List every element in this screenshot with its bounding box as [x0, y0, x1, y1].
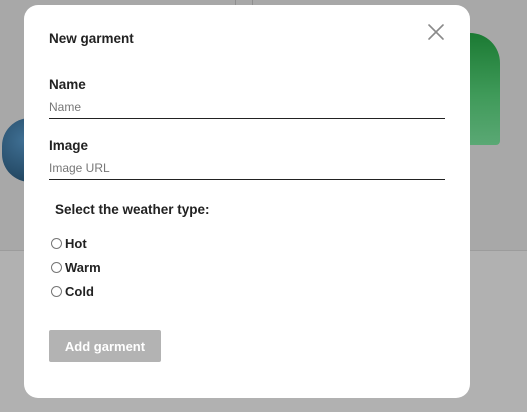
warm-label[interactable]: Warm: [65, 260, 101, 275]
image-label: Image: [49, 138, 89, 153]
image-url-input[interactable]: [49, 157, 445, 180]
weather-option-warm: Warm: [51, 258, 101, 276]
name-label: Name: [49, 77, 86, 92]
new-garment-modal: New garment Name Image Select the weathe…: [24, 5, 470, 398]
add-garment-button[interactable]: Add garment: [49, 330, 161, 362]
close-icon: [428, 24, 444, 40]
weather-type-heading: Select the weather type:: [55, 202, 210, 217]
name-input[interactable]: [49, 96, 445, 119]
cold-radio[interactable]: [51, 285, 62, 297]
close-button[interactable]: [427, 23, 445, 41]
hot-label[interactable]: Hot: [65, 236, 87, 251]
modal-title: New garment: [49, 31, 134, 46]
weather-option-hot: Hot: [51, 234, 87, 252]
cold-label[interactable]: Cold: [65, 284, 94, 299]
hot-radio[interactable]: [51, 237, 62, 249]
weather-option-cold: Cold: [51, 282, 94, 300]
warm-radio[interactable]: [51, 261, 62, 273]
